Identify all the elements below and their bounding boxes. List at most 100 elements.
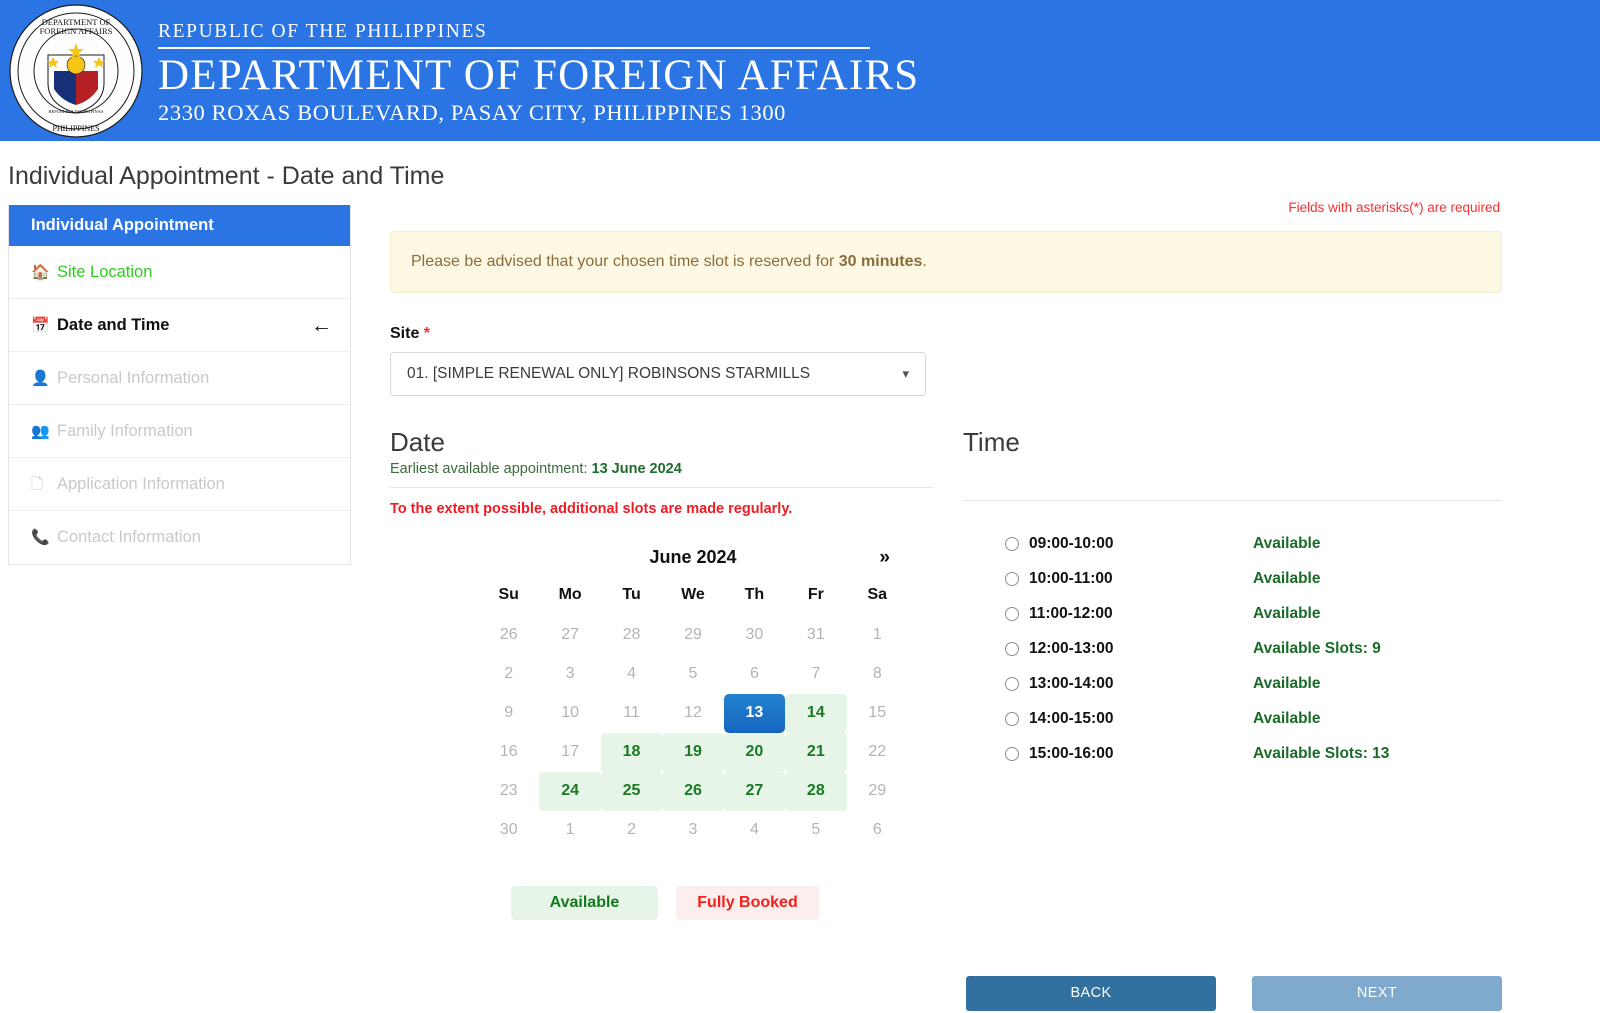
calendar-day: 3 (539, 655, 600, 694)
calendar-day-number: 30 (745, 626, 764, 644)
page-title: Individual Appointment - Date and Time (8, 162, 445, 190)
time-slot-label: 13:00-14:00 (1029, 675, 1114, 693)
time-slot-row[interactable]: 11:00-12:00 Available (963, 597, 1502, 632)
calendar-day-number: 21 (785, 732, 847, 772)
earliest-prefix: Earliest available appointment: (390, 460, 592, 477)
calendar-day: 2 (601, 811, 662, 850)
calendar-day[interactable]: 21 (785, 732, 847, 772)
required-asterisk: * (423, 325, 431, 342)
appointment-steps-sidebar: Individual Appointment 🏠 Site Location 📅… (8, 205, 351, 565)
calendar-day[interactable]: 27 (723, 771, 786, 811)
time-slot-label: 09:00-10:00 (1029, 535, 1114, 553)
additional-slots-note: To the extent possible, additional slots… (390, 500, 793, 517)
time-slot-label: 12:00-13:00 (1029, 640, 1114, 658)
calendar-day[interactable]: 28 (785, 771, 847, 811)
site-header: DEPARTMENT OF FOREIGN AFFAIRS PHILIPPINE… (0, 0, 1600, 143)
calendar-day[interactable]: 24 (539, 771, 601, 811)
calendar-day: 17 (539, 733, 600, 772)
time-slot-status: Available (1253, 570, 1321, 588)
sidebar-item-contact-information[interactable]: 📞 Contact Information (9, 511, 350, 564)
user-icon: 👤 (31, 369, 50, 387)
sidebar-item-label: Contact Information (57, 528, 201, 546)
sidebar-item-application-information[interactable]: 🗋 Application Information (9, 458, 350, 511)
earliest-available-line: Earliest available appointment: 13 June … (390, 461, 934, 477)
time-slot-label: 15:00-16:00 (1029, 745, 1114, 763)
calendar-day-number: 4 (749, 821, 759, 839)
calendar-day: 1 (847, 616, 908, 655)
sidebar-item-date-and-time[interactable]: 📅 Date and Time ← (9, 299, 350, 352)
time-slot-radio[interactable] (1005, 747, 1019, 762)
time-slot-radio[interactable] (1005, 642, 1019, 657)
time-slot-radio[interactable] (1005, 537, 1019, 552)
time-slot-row[interactable]: 09:00-10:00 Available (963, 527, 1502, 562)
sidebar-item-site-location[interactable]: 🏠 Site Location (9, 246, 350, 299)
time-section-title: Time (963, 427, 1020, 457)
calendar-day-selected[interactable]: 13 (723, 693, 786, 733)
time-slot-left: 10:00-11:00 (963, 570, 1253, 588)
next-button[interactable]: NEXT (1252, 975, 1502, 1011)
calendar-day: 4 (601, 655, 662, 694)
calendar-day-number: 12 (684, 704, 702, 722)
sidebar-item-family-information[interactable]: 👥 Family Information (9, 405, 350, 458)
sidebar-item-label: Site Location (57, 262, 153, 281)
time-slot-radio[interactable] (1005, 677, 1019, 692)
weekday-header: Sa (867, 585, 888, 603)
calendar-day[interactable]: 18 (600, 732, 663, 772)
calendar-day-number: 19 (662, 732, 724, 772)
calendar-day: 22 (847, 733, 908, 772)
calendar-day-number: 30 (499, 821, 518, 839)
calendar-day[interactable]: 20 (723, 732, 786, 772)
site-select[interactable]: 01. [SIMPLE RENEWAL ONLY] ROBINSONS STAR… (390, 352, 926, 396)
calendar-day[interactable]: 19 (662, 732, 724, 772)
calendar-day[interactable]: 26 (662, 771, 724, 811)
header-text-block: REPUBLIC OF THE PHILIPPINES DEPARTMENT O… (158, 22, 919, 126)
weekday-header: Mo (558, 585, 582, 603)
time-slot-left: 11:00-12:00 (963, 605, 1253, 623)
calendar-day-number: 3 (565, 665, 575, 683)
weekday-header: Th (744, 585, 765, 603)
calendar-day-number: 6 (872, 821, 882, 839)
calendar-week-row: 9 10 11 12 13 14 15 (478, 693, 908, 733)
calendar-day-number: 20 (723, 732, 786, 772)
time-slot-row[interactable]: 13:00-14:00 Available (963, 667, 1502, 702)
back-button[interactable]: BACK (966, 975, 1216, 1011)
calendar-day-number: 5 (688, 665, 698, 683)
calendar-weekday-row: Su Mo Tu We Th Fr Sa (478, 585, 908, 616)
calendar-day: 6 (847, 811, 908, 850)
time-slot-radio[interactable] (1005, 607, 1019, 622)
calendar-day-number: 6 (749, 665, 759, 683)
time-slot-row[interactable]: 12:00-13:00 Available Slots: 9 (963, 632, 1502, 667)
arrow-left-icon: ← (311, 313, 332, 337)
calendar-day-number: 29 (684, 626, 702, 644)
time-section-divider (963, 499, 1502, 501)
time-slot-left: 12:00-13:00 (963, 640, 1253, 658)
calendar-day[interactable]: 25 (600, 771, 663, 811)
calendar-day: 5 (785, 811, 846, 850)
time-slot-row[interactable]: 10:00-11:00 Available (963, 562, 1502, 597)
next-month-button[interactable]: » (879, 547, 890, 569)
sidebar-item-label: Personal Information (57, 368, 210, 387)
time-slot-radio[interactable] (1005, 712, 1019, 727)
calendar-day[interactable]: 14 (785, 693, 847, 733)
sidebar-item-personal-information[interactable]: 👤 Personal Information (9, 352, 350, 405)
calendar-grid: Su Mo Tu We Th Fr Sa 26 27 28 29 30 31 1 2 3 4 5 6 7… (478, 585, 908, 850)
calendar-day-number: 1 (565, 821, 575, 839)
dfa-seal-icon: DEPARTMENT OF FOREIGN AFFAIRS PHILIPPINE… (9, 4, 143, 138)
time-slot-row[interactable]: 14:00-15:00 Available (963, 702, 1502, 737)
time-slot-status: Available Slots: 13 (1253, 745, 1390, 763)
weekday-header: Fr (807, 585, 824, 603)
time-slot-row[interactable]: 15:00-16:00 Available Slots: 13 (963, 737, 1502, 772)
time-slot-label: 10:00-11:00 (1029, 570, 1113, 588)
phone-icon: 📞 (31, 529, 50, 546)
calendar-day: 15 (847, 694, 908, 733)
date-section-divider (390, 486, 934, 488)
calendar-day-number: 28 (622, 626, 641, 644)
calendar-day: 8 (847, 655, 908, 694)
calendar-day: 27 (539, 616, 600, 655)
calendar-day: 29 (847, 772, 908, 811)
weekday-header: Tu (622, 585, 641, 603)
calendar-day: 3 (662, 811, 723, 850)
time-slot-label: 14:00-15:00 (1029, 710, 1114, 728)
time-slot-radio[interactable] (1005, 572, 1019, 587)
calendar-day-number: 15 (868, 704, 887, 722)
